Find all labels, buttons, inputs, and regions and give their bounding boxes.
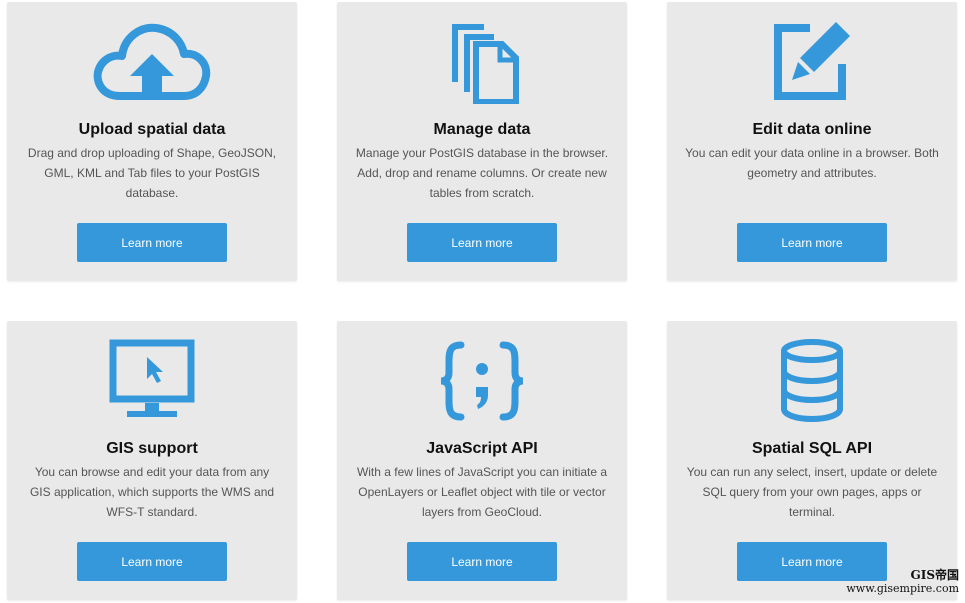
code-braces-icon bbox=[337, 339, 627, 423]
learn-more-button[interactable]: Learn more bbox=[77, 223, 227, 262]
monitor-cursor-icon bbox=[7, 339, 297, 423]
feature-card-javascript-api: JavaScript API With a few lines of JavaS… bbox=[337, 321, 627, 600]
card-title: GIS support bbox=[106, 440, 198, 457]
feature-card-sql-api: Spatial SQL API You can run any select, … bbox=[667, 321, 957, 600]
card-title: Edit data online bbox=[752, 121, 872, 138]
documents-icon bbox=[337, 20, 627, 104]
edit-icon bbox=[667, 20, 957, 104]
card-description: Drag and drop uploading of Shape, GeoJSO… bbox=[27, 146, 277, 200]
watermark-brand: GIS帝国 bbox=[910, 568, 959, 582]
card-description: You can browse and edit your data from a… bbox=[29, 465, 275, 519]
card-title: JavaScript API bbox=[426, 440, 538, 457]
learn-more-button[interactable]: Learn more bbox=[407, 223, 557, 262]
feature-card-manage: Manage data Manage your PostGIS database… bbox=[337, 2, 627, 281]
feature-card-edit: Edit data online You can edit your data … bbox=[667, 2, 957, 281]
cloud-upload-icon bbox=[7, 20, 297, 104]
card-title: Manage data bbox=[433, 121, 531, 138]
database-icon bbox=[667, 339, 957, 423]
watermark: GIS帝国 www.gisempire.com bbox=[846, 568, 959, 596]
feature-card-upload: Upload spatial data Drag and drop upload… bbox=[7, 2, 297, 281]
feature-card-gis-support: GIS support You can browse and edit your… bbox=[7, 321, 297, 600]
card-description: With a few lines of JavaScript you can i… bbox=[356, 465, 608, 519]
learn-more-button[interactable]: Learn more bbox=[407, 542, 557, 581]
card-description: Manage your PostGIS database in the brow… bbox=[355, 146, 609, 200]
watermark-url: www.gisempire.com bbox=[846, 582, 959, 595]
card-title: Upload spatial data bbox=[78, 121, 226, 138]
learn-more-button[interactable]: Learn more bbox=[737, 223, 887, 262]
card-description: You can run any select, insert, update o… bbox=[686, 465, 938, 519]
card-title: Spatial SQL API bbox=[751, 440, 873, 457]
card-description: You can edit your data online in a brows… bbox=[685, 146, 939, 180]
learn-more-button[interactable]: Learn more bbox=[77, 542, 227, 581]
